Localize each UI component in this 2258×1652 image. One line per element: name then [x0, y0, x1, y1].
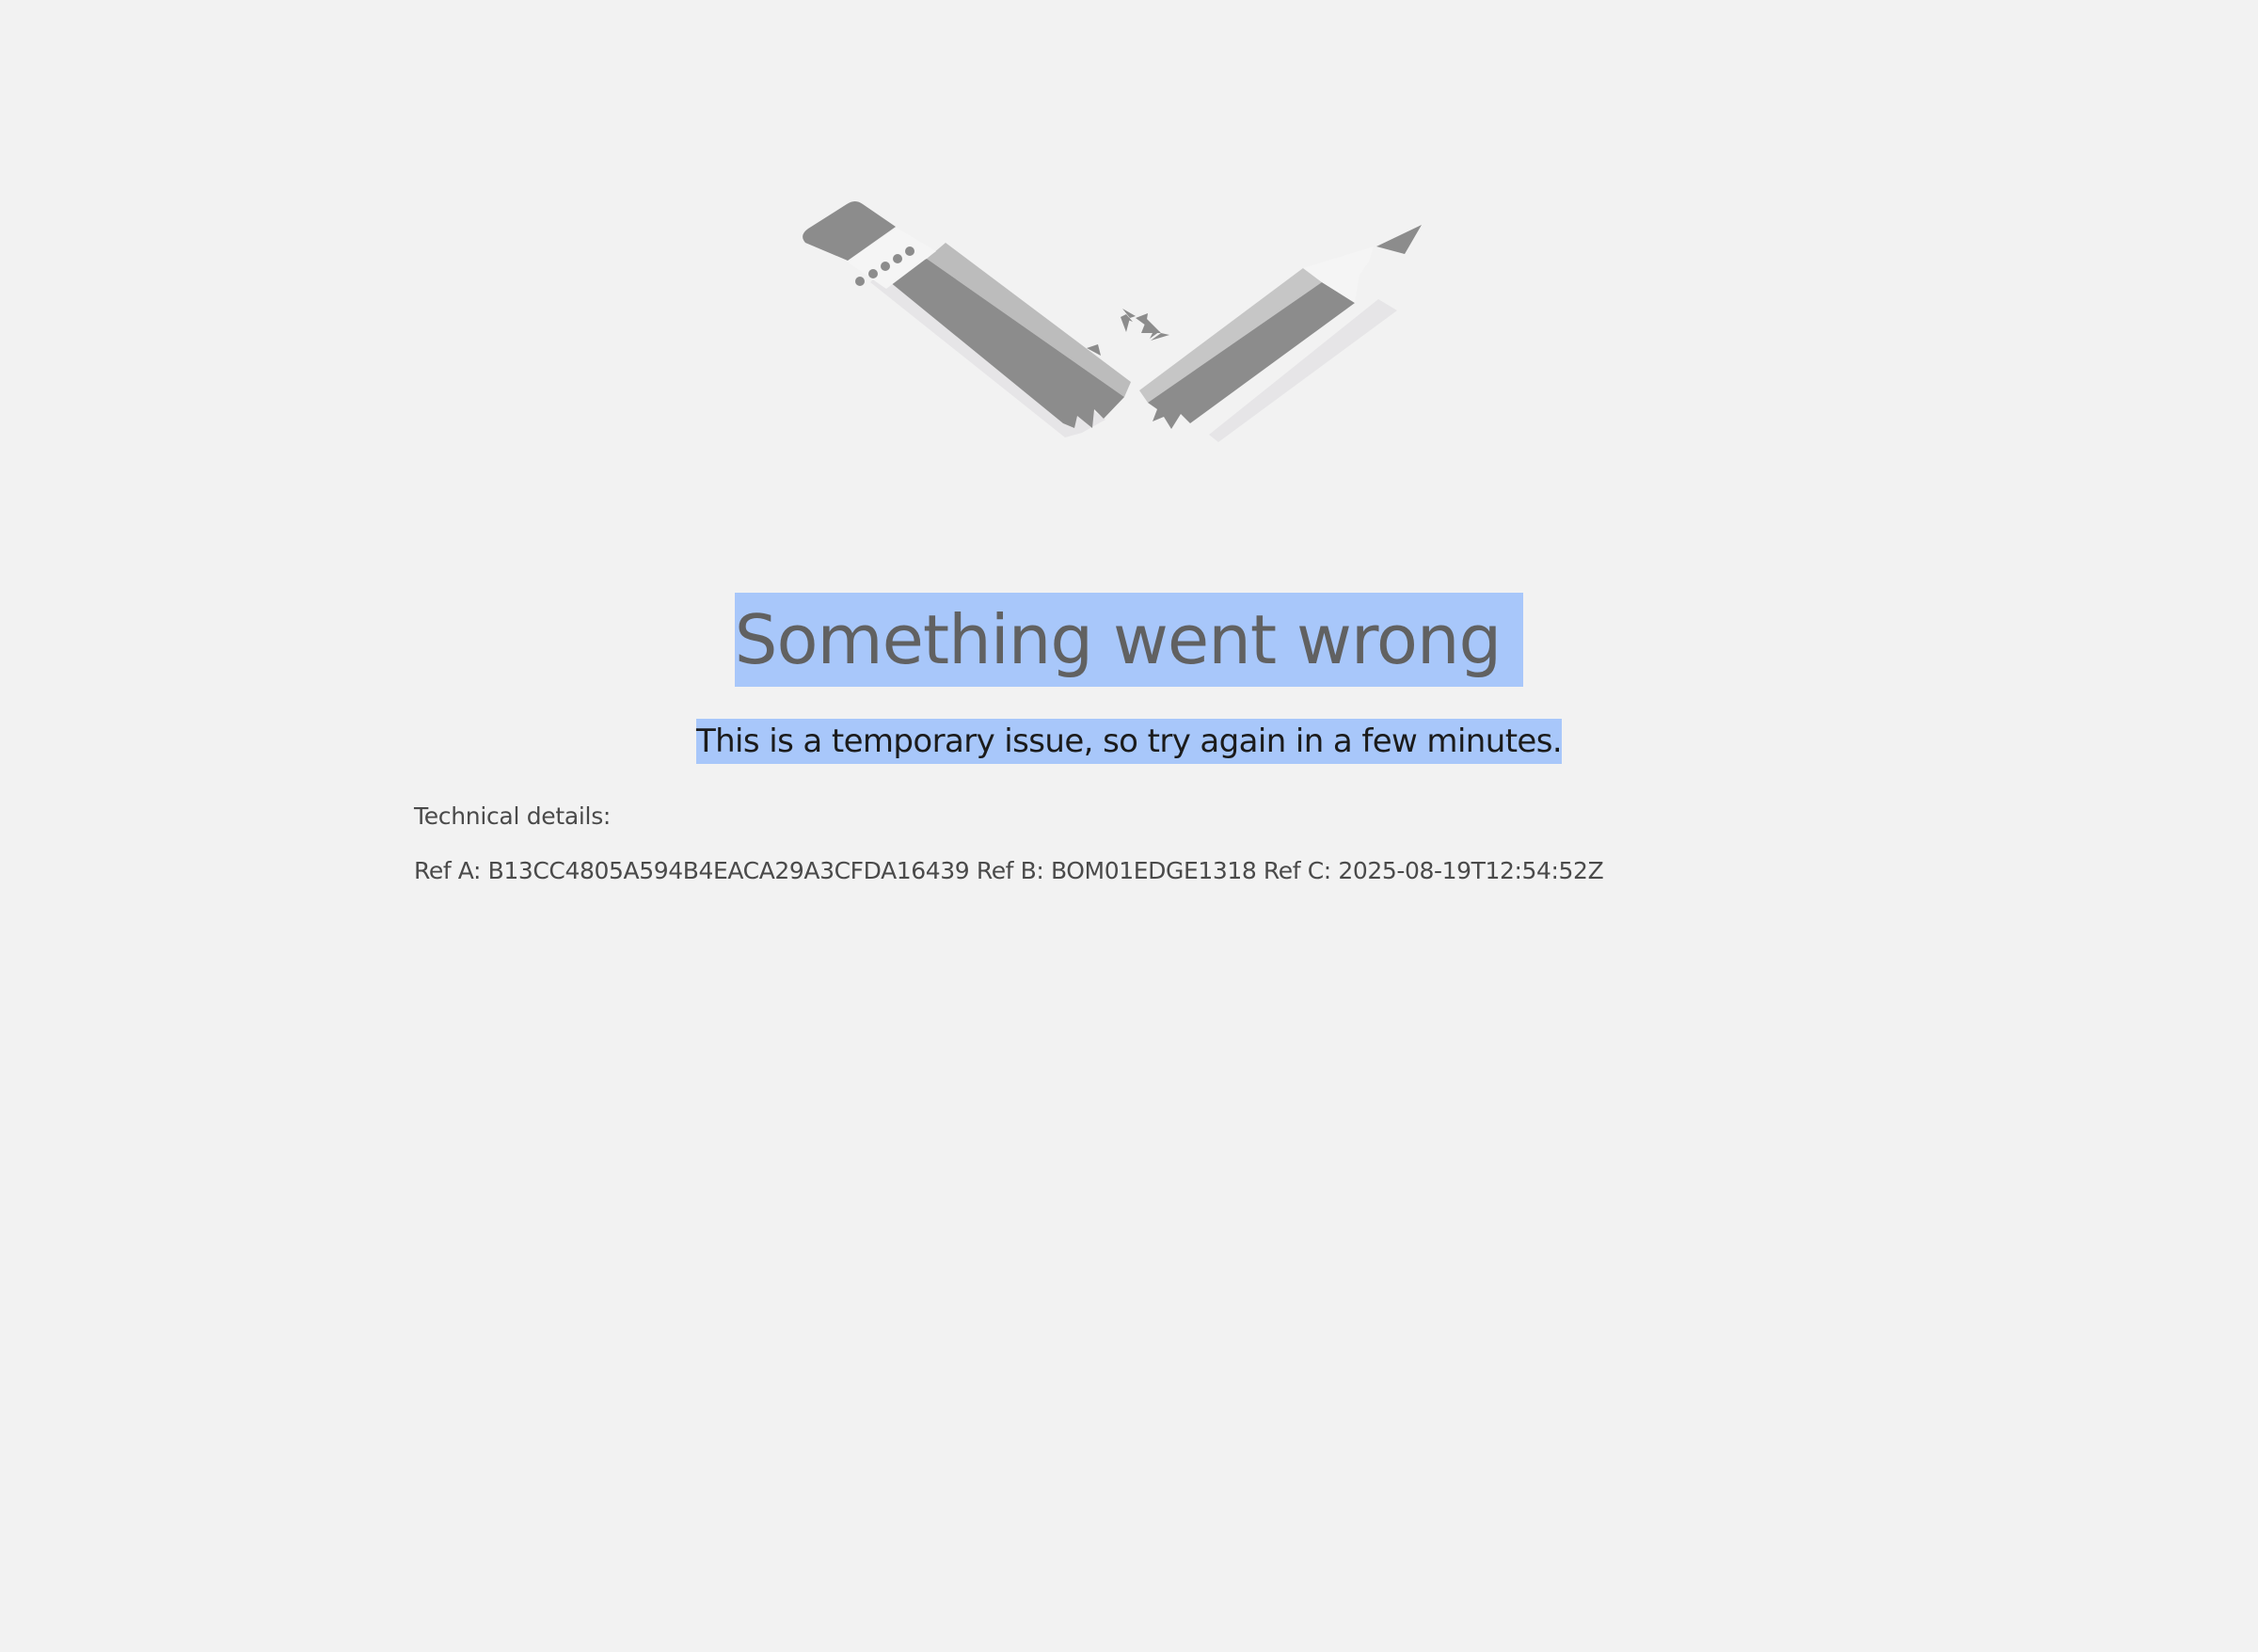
broken-pencil-icon: [795, 198, 1435, 452]
error-message: This is a temporary issue, so try again …: [695, 719, 1563, 764]
technical-details-label: Technical details:: [414, 802, 612, 830]
ref-c-value: 2025-08-19T12:54:52Z: [1338, 857, 1604, 884]
ref-b-value: BOM01EDGE1318: [1050, 857, 1257, 884]
ref-a-value: B13CC4805A594B4EACA29A3CFDA16439: [487, 857, 970, 884]
ref-c-label: Ref C:: [1263, 857, 1331, 884]
ref-b-label: Ref B:: [976, 857, 1044, 884]
technical-details-references: Ref A: B13CC4805A594B4EACA29A3CFDA16439 …: [414, 854, 1604, 888]
ref-a-label: Ref A:: [414, 857, 482, 884]
page-title: Something went wrong: [734, 593, 1524, 687]
